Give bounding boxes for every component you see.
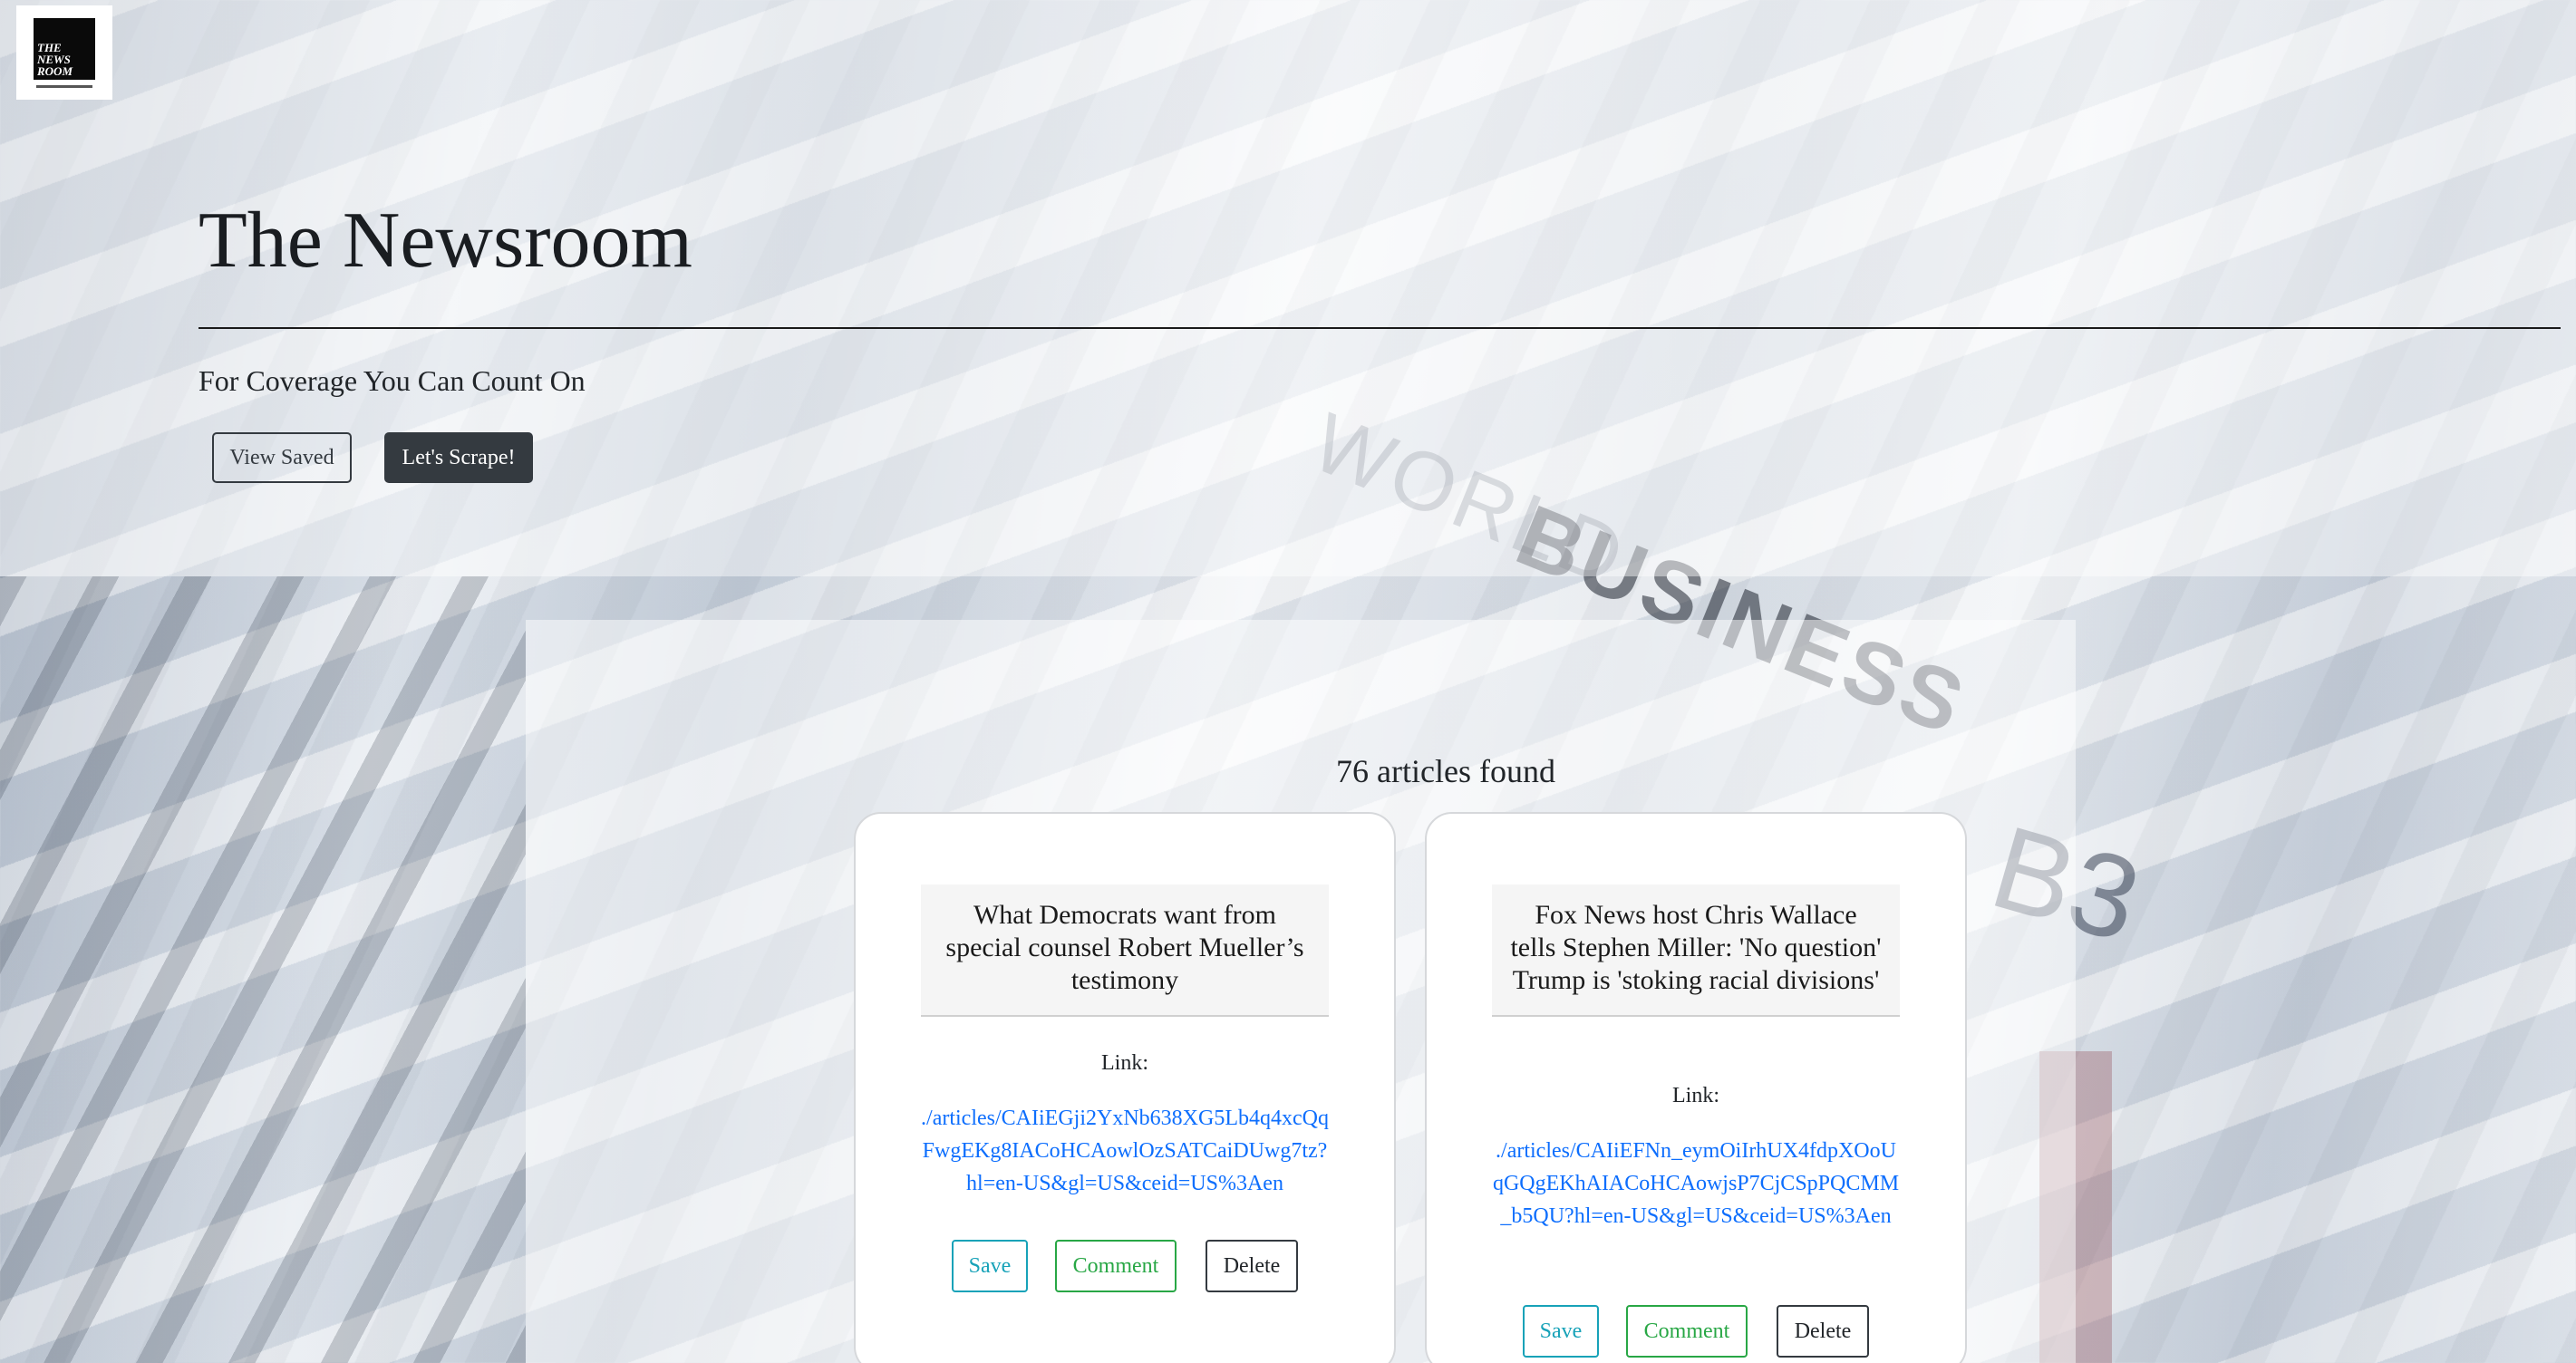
title-divider [199, 327, 2561, 329]
article-card: Fox News host Chris Wallace tells Stephe… [1425, 812, 1967, 1363]
comment-button[interactable]: Comment [1626, 1305, 1748, 1358]
logo-subtext-bar [36, 85, 92, 88]
background-photo-streaks [0, 576, 526, 1363]
save-button[interactable]: Save [1523, 1305, 1599, 1358]
view-saved-button[interactable]: View Saved [212, 432, 352, 483]
article-link[interactable]: ./articles/CAIiEGji2YxNb638XG5Lb4q4xcQqF… [921, 1102, 1329, 1200]
article-title: What Democrats want from special counsel… [921, 884, 1329, 1017]
logo-line-3: ROOM [37, 64, 73, 78]
link-label: Link: [1101, 1051, 1148, 1075]
logo-mark: THE NEWS ROOM [34, 18, 95, 80]
site-logo[interactable]: THE NEWS ROOM [16, 5, 112, 100]
header-jumbotron: THE NEWS ROOM The Newsroom For Coverage … [0, 0, 2576, 576]
comment-button[interactable]: Comment [1055, 1240, 1177, 1292]
link-label: Link: [1672, 1084, 1719, 1107]
scrape-button[interactable]: Let's Scrape! [384, 432, 533, 483]
page-title: The Newsroom [199, 197, 692, 285]
tagline: For Coverage You Can Count On [199, 364, 586, 397]
article-link[interactable]: ./articles/CAIiEFNn_eymOiIrhUX4fdpXOoUqG… [1492, 1135, 1900, 1232]
delete-button[interactable]: Delete [1206, 1240, 1298, 1292]
article-card: What Democrats want from special counsel… [854, 812, 1396, 1363]
delete-button[interactable]: Delete [1777, 1305, 1869, 1358]
save-button[interactable]: Save [952, 1240, 1028, 1292]
article-title: Fox News host Chris Wallace tells Stephe… [1492, 884, 1900, 1017]
